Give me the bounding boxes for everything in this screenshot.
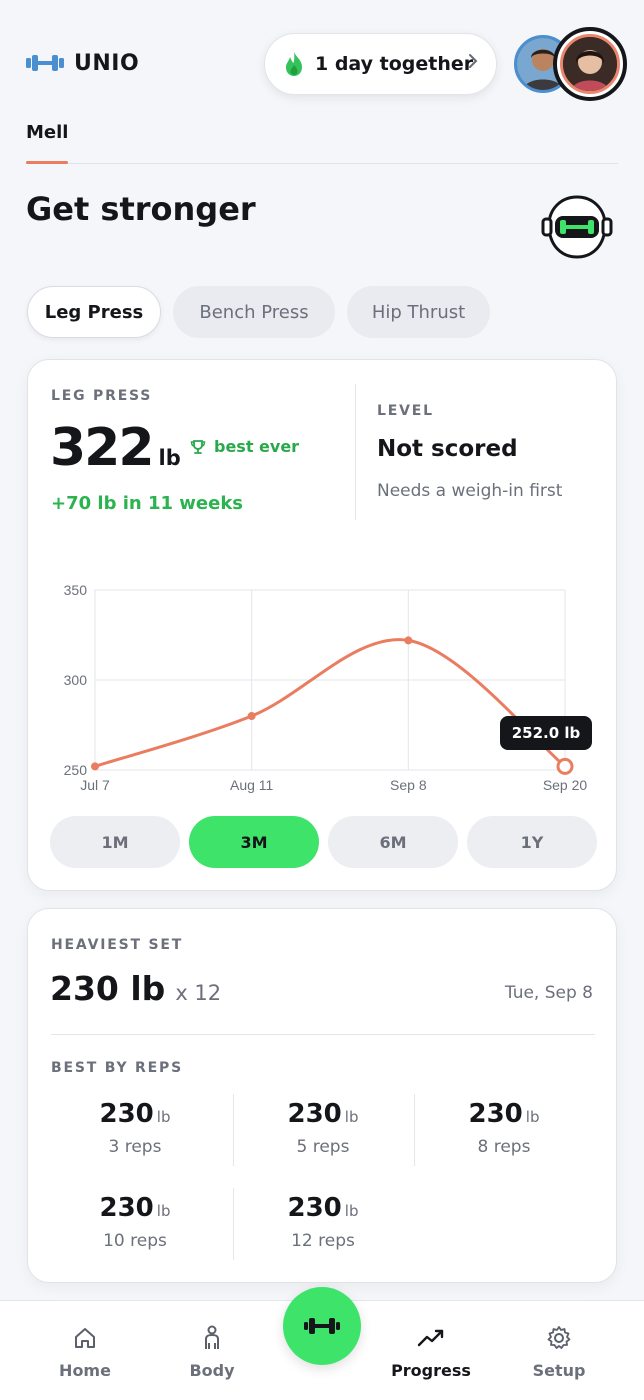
heaviest-set-label: HEAVIEST SET — [51, 937, 184, 953]
rep-record: 230 lb 12 reps — [233, 1193, 413, 1263]
sets-card: HEAVIEST SET 230 lb x 12 Tue, Sep 8 BEST… — [27, 908, 617, 1283]
level-value: Not scored — [377, 436, 518, 462]
flame-icon — [283, 51, 305, 77]
nav-setup-label: Setup — [532, 1361, 586, 1380]
chart-y-tick-label: 300 — [64, 672, 88, 688]
rep-record-value: 230 — [99, 1099, 154, 1129]
best-weight-unit: lb — [158, 446, 181, 470]
exercise-label: LEG PRESS — [51, 388, 153, 404]
trophy-icon — [190, 439, 206, 454]
chevron-right-icon — [468, 53, 478, 74]
best-ever-text: best ever — [214, 437, 300, 456]
nav-progress-label: Progress — [391, 1361, 471, 1380]
rep-record-unit: lb — [344, 1202, 359, 1220]
streak-button[interactable]: 1 day together — [264, 33, 497, 95]
best-weight: 322 lb — [50, 418, 181, 478]
app-header: UNIO 1 day together Mell — [0, 0, 644, 164]
heaviest-set-date: Tue, Sep 8 — [504, 983, 593, 1003]
body-icon — [157, 1323, 267, 1353]
rep-record-reps: 12 reps — [291, 1231, 355, 1251]
range-3m-button[interactable]: 3M — [189, 816, 319, 868]
progress-chart[interactable]: 250 300 350 Jul 7 Aug 11 Sep 8 Sep 20 — [28, 570, 618, 810]
chart-point — [247, 712, 256, 720]
nav-body-label: Body — [189, 1361, 235, 1380]
level-label: LEVEL — [377, 403, 434, 419]
nav-setup[interactable]: Setup — [504, 1323, 614, 1380]
chart-point-selected — [556, 757, 574, 775]
chart-x-tick-label: Aug 11 — [230, 777, 274, 793]
heaviest-set: 230 lb x 12 — [50, 969, 221, 1008]
rep-record-value: 230 — [99, 1193, 154, 1223]
rep-record-reps: 3 reps — [108, 1137, 162, 1157]
chart-x-tick-label: Sep 8 — [390, 777, 427, 793]
dumbbell-icon — [304, 1318, 340, 1334]
coach-robot-icon[interactable] — [541, 191, 613, 263]
trend-icon — [376, 1323, 486, 1353]
dumbbell-logo-icon — [26, 50, 64, 76]
chart-x-tick-label: Sep 20 — [543, 777, 588, 793]
tab-active-indicator — [26, 161, 68, 164]
rep-record-unit: lb — [156, 1202, 171, 1220]
range-1y-button[interactable]: 1Y — [467, 816, 597, 868]
heaviest-set-value: 230 lb — [50, 969, 166, 1008]
rep-record: 230 lb 10 reps — [45, 1193, 225, 1263]
start-workout-button[interactable] — [283, 1287, 361, 1365]
rep-record-value: 230 — [287, 1193, 342, 1223]
home-icon — [30, 1323, 140, 1353]
chart-y-tick-label: 350 — [64, 582, 88, 598]
chart-y-tick-label: 250 — [64, 762, 88, 778]
divider — [355, 384, 356, 520]
tab-leg-press[interactable]: Leg Press — [27, 286, 161, 338]
exercise-tabs: Leg Press Bench Press Hip Thrust — [27, 286, 502, 338]
range-selector: 1M 3M 6M 1Y — [50, 816, 606, 868]
rep-record-reps: 10 reps — [103, 1231, 167, 1251]
nav-home[interactable]: Home — [30, 1323, 140, 1380]
chart-tooltip: 252.0 lb — [500, 716, 592, 750]
rep-record-value: 230 — [287, 1099, 342, 1129]
streak-text: 1 day together — [315, 53, 474, 75]
rep-record-reps: 8 reps — [477, 1137, 531, 1157]
heaviest-set-reps: x 12 — [175, 981, 222, 1005]
tab-hip-thrust[interactable]: Hip Thrust — [347, 286, 490, 338]
chart-x-tick-label: Jul 7 — [80, 777, 110, 793]
chart-series-line — [93, 638, 567, 768]
page-title: Get stronger — [26, 190, 256, 228]
nav-home-label: Home — [59, 1361, 111, 1380]
gain-text: +70 lb in 11 weeks — [51, 493, 244, 514]
user-avatar[interactable] — [553, 27, 627, 101]
rep-record: 230 lb 8 reps — [414, 1099, 594, 1169]
chart-point — [404, 636, 413, 645]
exercise-summary-card: LEG PRESS 322 lb best ever +70 lb in 11 … — [27, 359, 617, 891]
rep-record-value: 230 — [468, 1099, 523, 1129]
profile-tab-bar: Mell — [26, 118, 618, 164]
nav-body[interactable]: Body — [157, 1323, 267, 1380]
range-1m-button[interactable]: 1M — [50, 816, 180, 868]
brand[interactable]: UNIO — [26, 50, 139, 76]
rep-record-unit: lb — [156, 1108, 171, 1126]
divider — [51, 1034, 595, 1035]
gear-icon — [504, 1323, 614, 1353]
nav-progress[interactable]: Progress — [376, 1323, 486, 1380]
rep-record: 230 lb 3 reps — [45, 1099, 225, 1169]
tab-mell[interactable]: Mell — [26, 122, 68, 143]
best-ever-badge: best ever — [190, 437, 299, 456]
tab-bench-press[interactable]: Bench Press — [173, 286, 335, 338]
rep-record: 230 lb 5 reps — [233, 1099, 413, 1169]
rep-record-unit: lb — [344, 1108, 359, 1126]
chart-point — [91, 762, 99, 771]
rep-record-unit: lb — [525, 1108, 540, 1126]
best-by-reps-label: BEST BY REPS — [51, 1060, 183, 1076]
range-6m-button[interactable]: 6M — [328, 816, 458, 868]
brand-name: UNIO — [74, 50, 140, 76]
rep-record-reps: 5 reps — [296, 1137, 350, 1157]
level-subtitle: Needs a weigh-in first — [377, 481, 563, 501]
best-weight-value: 322 — [50, 418, 155, 478]
